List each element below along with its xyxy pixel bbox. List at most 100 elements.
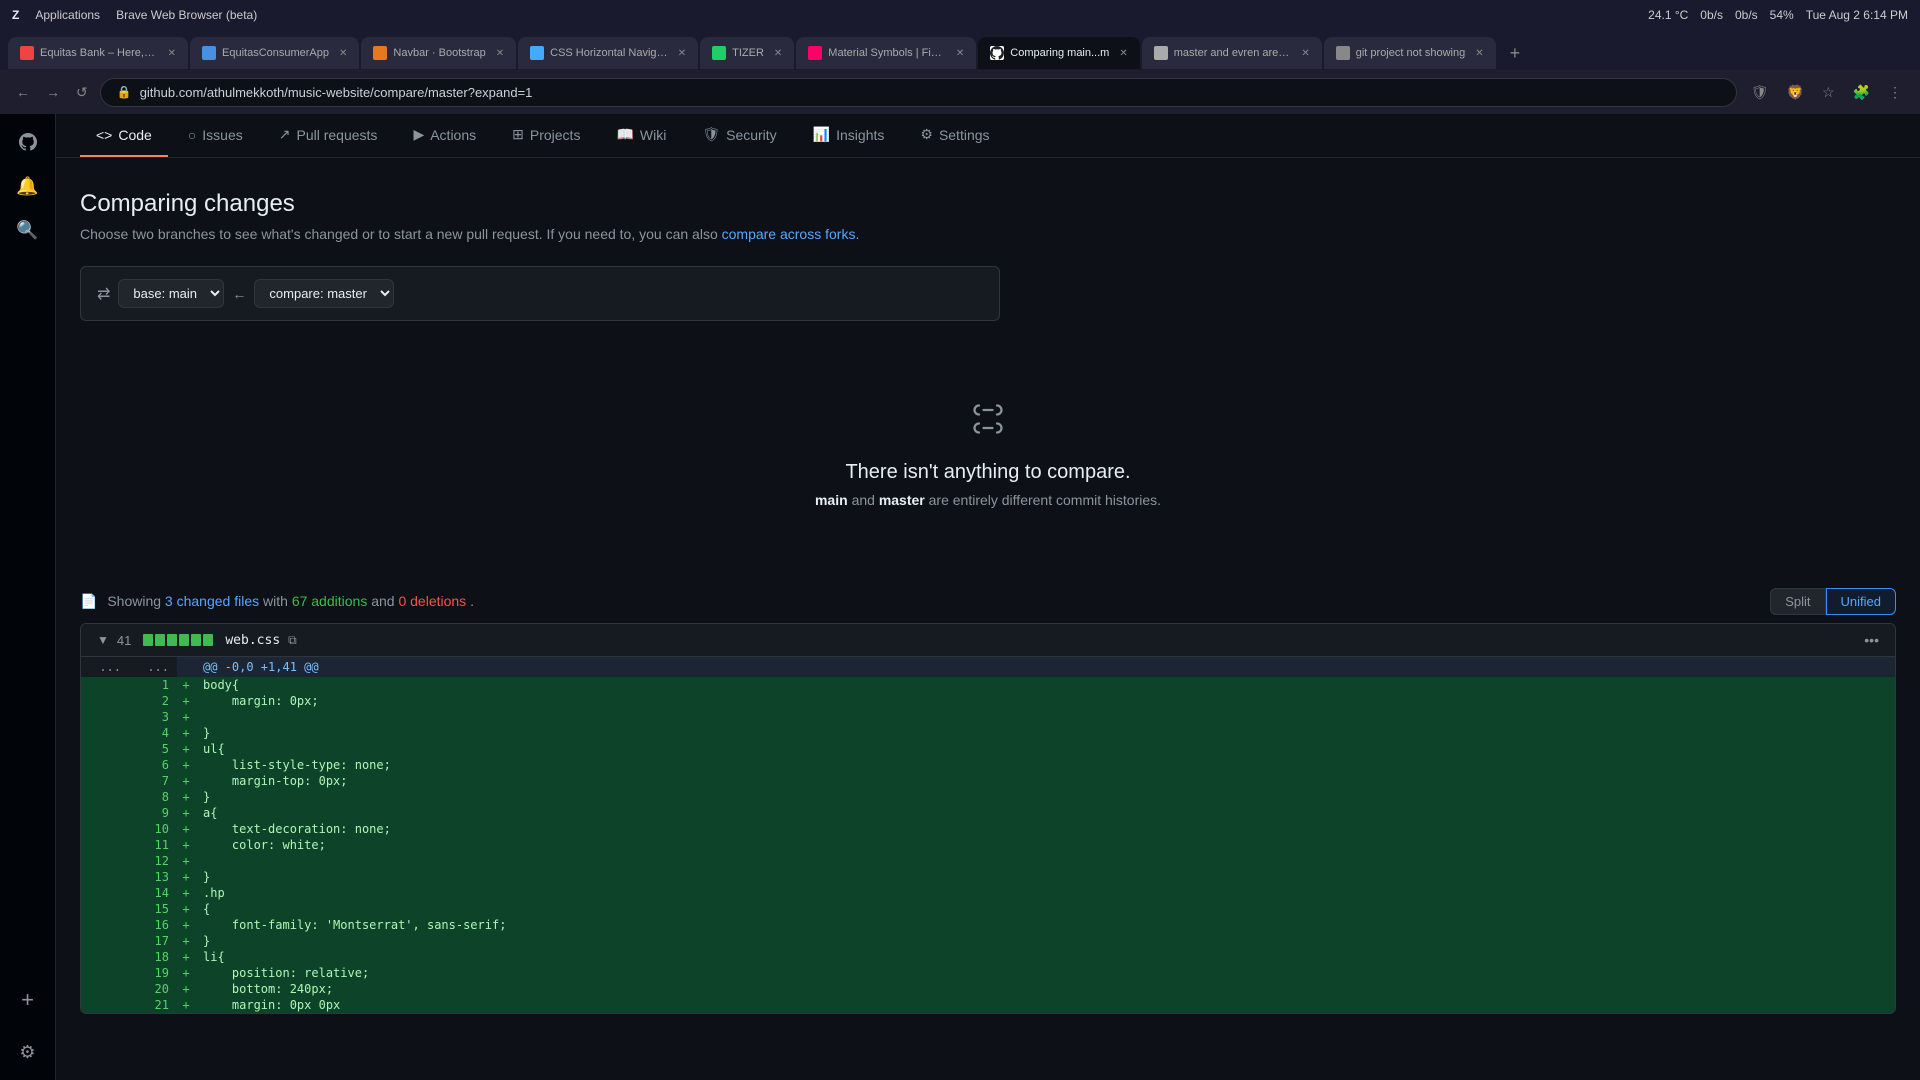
table-row: 19 + position: relative;: [81, 965, 1895, 981]
actions-icon: ▶: [413, 126, 424, 143]
empty-state-desc: main and master are entirely different c…: [80, 492, 1896, 508]
diff-section: 📄 Showing 3 changed files with 67 additi…: [80, 588, 1896, 1014]
base-branch-select[interactable]: base: main: [118, 279, 224, 308]
table-row: 6 + list-style-type: none;: [81, 757, 1895, 773]
menu-icon[interactable]: ⋮: [1882, 80, 1908, 105]
sidebar-icon-home[interactable]: [12, 126, 44, 158]
back-button[interactable]: ←: [12, 80, 34, 104]
nav-item-security[interactable]: 🛡 Security: [686, 114, 792, 157]
nav-item-insights[interactable]: 📊 Insights: [797, 114, 901, 157]
applications-menu[interactable]: Applications: [35, 8, 100, 22]
compare-icon: ⇄: [97, 284, 110, 304]
issues-icon: ○: [188, 127, 196, 143]
new-tab-button[interactable]: +: [1502, 39, 1529, 68]
between-text: and: [852, 492, 875, 508]
url-bar[interactable]: 🔒 github.com/athulmekkoth/music-website/…: [100, 78, 1737, 107]
app-layout: 🔔 🔍 + ⚙ <> Code ○ Issues ↗ Pull requests…: [0, 114, 1920, 1080]
table-row: 9 + a{: [81, 805, 1895, 821]
nav-item-pull-requests[interactable]: ↗ Pull requests: [263, 114, 394, 157]
tab-close-icon[interactable]: ✕: [774, 48, 782, 59]
tab-close-icon[interactable]: ✕: [168, 48, 176, 59]
settings-icon: ⚙: [920, 126, 933, 143]
split-view-button[interactable]: Split: [1770, 588, 1825, 615]
tab-git-project[interactable]: git project not showing ✕: [1324, 37, 1496, 69]
tab-close-icon[interactable]: ✕: [1301, 48, 1309, 59]
file-diff-menu[interactable]: •••: [1864, 632, 1879, 648]
nav-item-wiki[interactable]: 📖 Wiki: [600, 114, 682, 157]
table-row: 16 + font-family: 'Montserrat', sans-ser…: [81, 917, 1895, 933]
nav-item-projects[interactable]: ⊞ Projects: [496, 114, 596, 157]
projects-icon: ⊞: [512, 126, 524, 143]
tab-equitas[interactable]: Equitas Bank – Here, yo ✕: [8, 37, 188, 69]
os-logo[interactable]: Z: [12, 8, 19, 22]
tab-css-nav[interactable]: CSS Horizontal Navigati ✕: [518, 37, 698, 69]
forward-button[interactable]: →: [42, 80, 64, 104]
line-count: 41: [117, 633, 131, 648]
additions-count: 67 additions: [292, 593, 368, 609]
hunk-header-row: ... ... @@ -0,0 +1,41 @@: [81, 657, 1895, 677]
table-row: 18 + li{: [81, 949, 1895, 965]
sidebar-icon-search[interactable]: 🔍: [12, 214, 44, 246]
file-diff: ▼ 41 web.css ⧉: [80, 623, 1896, 1014]
nav-label-security: Security: [726, 127, 777, 143]
tab-equitasconsumer[interactable]: EquitasConsumerApp ✕: [190, 37, 359, 69]
tab-favicon: [712, 46, 726, 60]
tab-comparing[interactable]: Comparing main...m ✕: [978, 37, 1139, 69]
tab-close-icon[interactable]: ✕: [1119, 48, 1127, 59]
nav-label-code: Code: [118, 127, 151, 143]
tab-favicon: [1336, 46, 1350, 60]
insights-icon: 📊: [813, 126, 830, 143]
collapse-button[interactable]: ▼: [97, 633, 109, 647]
tab-material[interactable]: Material Symbols | Figm ✕: [796, 37, 976, 69]
unified-view-button[interactable]: Unified: [1826, 588, 1896, 615]
tab-navbar[interactable]: Navbar · Bootstrap ✕: [361, 37, 516, 69]
page-subtitle: Choose two branches to see what's change…: [80, 226, 1896, 242]
compare-forks-link[interactable]: compare across forks.: [722, 226, 860, 242]
tab-close-icon[interactable]: ✕: [956, 48, 964, 59]
brave-shield[interactable]: 🦁: [1781, 80, 1810, 105]
reload-button[interactable]: ↺: [72, 80, 92, 105]
compare-arrow-icon: ←: [232, 286, 246, 302]
empty-state-icon: [80, 401, 1896, 445]
nav-item-settings[interactable]: ⚙ Settings: [904, 114, 1005, 157]
nav-label-wiki: Wiki: [640, 127, 666, 143]
copy-path-button[interactable]: ⧉: [288, 633, 297, 648]
changed-files-link[interactable]: 3 changed files: [165, 593, 263, 609]
tab-label: TIZER: [732, 47, 764, 59]
deletions-count: 0 deletions: [398, 593, 466, 609]
tab-master[interactable]: master and evren are e... ✕: [1142, 37, 1322, 69]
tab-close-icon[interactable]: ✕: [339, 48, 347, 59]
hunk-ln-old: ...: [81, 657, 129, 677]
table-row: 7 + margin-top: 0px;: [81, 773, 1895, 789]
compare-branch-select[interactable]: compare: master: [254, 279, 394, 308]
nav-item-code[interactable]: <> Code: [80, 115, 168, 157]
compare-bar: ⇄ base: main ← compare: master: [80, 266, 1000, 321]
main-content: <> Code ○ Issues ↗ Pull requests ▶ Actio…: [56, 114, 1920, 1080]
pr-icon: ↗: [279, 126, 291, 143]
sidebar-icon-notifications[interactable]: 🔔: [12, 170, 44, 202]
wiki-icon: 📖: [616, 126, 633, 143]
nav-item-issues[interactable]: ○ Issues: [172, 115, 259, 157]
bookmark-icon[interactable]: ☆: [1816, 80, 1841, 105]
diff-summary: 📄 Showing 3 changed files with 67 additi…: [80, 588, 1896, 615]
network-down: 0b/s: [1735, 8, 1758, 22]
table-row: 10 + text-decoration: none;: [81, 821, 1895, 837]
repo-nav: <> Code ○ Issues ↗ Pull requests ▶ Actio…: [56, 114, 1920, 158]
sidebar-icon-create[interactable]: +: [12, 984, 44, 1016]
datetime: Tue Aug 2 6:14 PM: [1806, 8, 1908, 22]
tab-tizer[interactable]: TIZER ✕: [700, 37, 794, 69]
tab-favicon: [1154, 46, 1168, 60]
sidebar-icon-settings[interactable]: ⚙: [12, 1036, 44, 1068]
hunk-sign: [177, 657, 195, 677]
tab-close-icon[interactable]: ✕: [1475, 48, 1483, 59]
tab-close-icon[interactable]: ✕: [678, 48, 686, 59]
shield-icon[interactable]: 🛡: [1745, 80, 1775, 105]
page-title: Comparing changes: [80, 190, 1896, 218]
network-up: 0b/s: [1700, 8, 1723, 22]
table-row: 21 + margin: 0px 0px: [81, 997, 1895, 1013]
browser-actions: 🛡 🦁 ☆ 🧩 ⋮: [1745, 80, 1908, 105]
extensions-icon[interactable]: 🧩: [1847, 80, 1876, 105]
table-row: 3 +: [81, 709, 1895, 725]
tab-close-icon[interactable]: ✕: [496, 48, 504, 59]
nav-item-actions[interactable]: ▶ Actions: [397, 114, 492, 157]
